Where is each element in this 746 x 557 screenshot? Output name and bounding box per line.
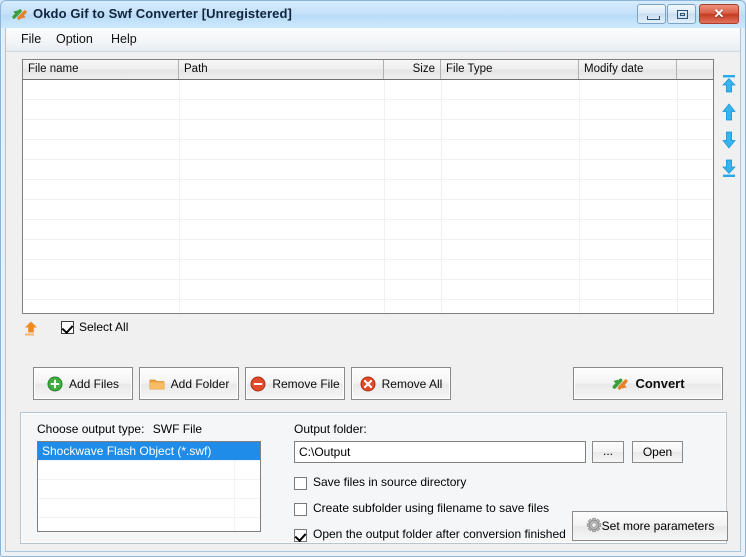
list-item[interactable] (38, 518, 260, 531)
menu-item-option[interactable]: Option (49, 31, 100, 48)
add-folder-label: Add Folder (170, 376, 230, 391)
gear-icon (586, 517, 602, 536)
close-button[interactable]: ✕ (699, 4, 739, 24)
list-item[interactable] (38, 499, 260, 518)
menu-bar: File Option Help (6, 28, 740, 52)
output-settings-group: Choose output type: SWF File Shockwave F… (20, 412, 728, 544)
move-up-button[interactable] (719, 101, 739, 123)
menu-item-file[interactable]: File (14, 31, 48, 48)
set-more-parameters-label: Set more parameters (601, 519, 715, 533)
column-header-modifydate[interactable]: Modify date (579, 60, 677, 79)
select-all-label[interactable]: Select All (79, 320, 128, 334)
minimize-button[interactable] (637, 4, 666, 24)
save-in-source-label[interactable]: Save files in source directory (313, 475, 466, 489)
column-header-filename[interactable]: File name (23, 60, 179, 79)
convert-arrows-icon (11, 6, 28, 23)
list-item[interactable] (38, 480, 260, 499)
output-folder-label: Output folder: (294, 422, 367, 436)
window-title: Okdo Gif to Swf Converter [Unregistered] (33, 6, 292, 21)
browse-folder-button[interactable]: ... (592, 441, 624, 463)
menu-item-help[interactable]: Help (104, 31, 144, 48)
check-icon (61, 321, 74, 335)
minimize-icon (647, 16, 660, 20)
output-type-value: SWF File (152, 422, 203, 436)
grid-divider (677, 80, 678, 313)
file-list-table[interactable]: File name Path Size File Type Modify date (22, 59, 714, 314)
column-header-size[interactable]: Size (384, 60, 441, 79)
output-folder-input[interactable] (294, 441, 586, 463)
create-subfolder-checkbox[interactable] (294, 503, 307, 516)
column-header-path[interactable]: Path (179, 60, 384, 79)
table-body-empty[interactable] (23, 80, 713, 313)
title-bar[interactable]: Okdo Gif to Swf Converter [Unregistered]… (1, 1, 745, 28)
maximize-button[interactable] (667, 4, 696, 24)
convert-arrows-icon (611, 375, 629, 393)
close-icon: ✕ (713, 6, 725, 21)
orange-up-arrow-icon[interactable] (22, 319, 40, 337)
app-window: Okdo Gif to Swf Converter [Unregistered]… (0, 0, 746, 557)
set-more-parameters-button[interactable]: Set more parameters (572, 511, 728, 541)
open-after-conversion-label[interactable]: Open the output folder after conversion … (313, 527, 566, 541)
remove-all-label: Remove All (381, 376, 443, 391)
open-folder-button[interactable]: Open (632, 441, 683, 463)
grid-divider (384, 80, 385, 313)
convert-label: Convert (635, 376, 685, 391)
grid-divider (441, 80, 442, 313)
red-x-circle-icon (360, 376, 376, 392)
grid-divider (579, 80, 580, 313)
add-files-button[interactable]: Add Files (33, 367, 133, 400)
check-icon (294, 529, 307, 543)
output-type-list[interactable]: Shockwave Flash Object (*.swf) (37, 441, 261, 532)
maximize-icon (677, 10, 688, 19)
orange-folder-icon (149, 376, 165, 392)
open-after-conversion-checkbox[interactable] (294, 529, 307, 543)
column-header-extra[interactable] (677, 60, 713, 79)
output-type-row: Choose output type: SWF File (37, 422, 202, 436)
add-folder-button[interactable]: Add Folder (139, 367, 239, 400)
output-type-label: Choose output type: (37, 422, 145, 436)
reorder-button-bar (718, 59, 740, 314)
client-area: File Option Help File name Path Size File T… (5, 28, 741, 552)
column-header-filetype[interactable]: File Type (441, 60, 579, 79)
list-item-swf[interactable]: Shockwave Flash Object (*.swf) (38, 442, 260, 461)
list-item[interactable] (38, 461, 260, 480)
green-plus-circle-icon (47, 376, 63, 392)
move-to-bottom-button[interactable] (719, 157, 739, 179)
remove-all-button[interactable]: Remove All (351, 367, 451, 400)
select-all-checkbox[interactable] (61, 321, 74, 335)
remove-file-label: Remove File (272, 376, 340, 391)
red-minus-circle-icon (250, 376, 266, 392)
move-to-top-button[interactable] (719, 73, 739, 95)
add-files-label: Add Files (68, 376, 120, 391)
move-down-button[interactable] (719, 129, 739, 151)
table-header-row: File name Path Size File Type Modify date (23, 60, 713, 80)
grid-divider (179, 80, 180, 313)
create-subfolder-label[interactable]: Create subfolder using filename to save … (313, 501, 549, 515)
save-in-source-checkbox[interactable] (294, 477, 307, 490)
convert-button[interactable]: Convert (573, 367, 723, 400)
remove-file-button[interactable]: Remove File (245, 367, 345, 400)
